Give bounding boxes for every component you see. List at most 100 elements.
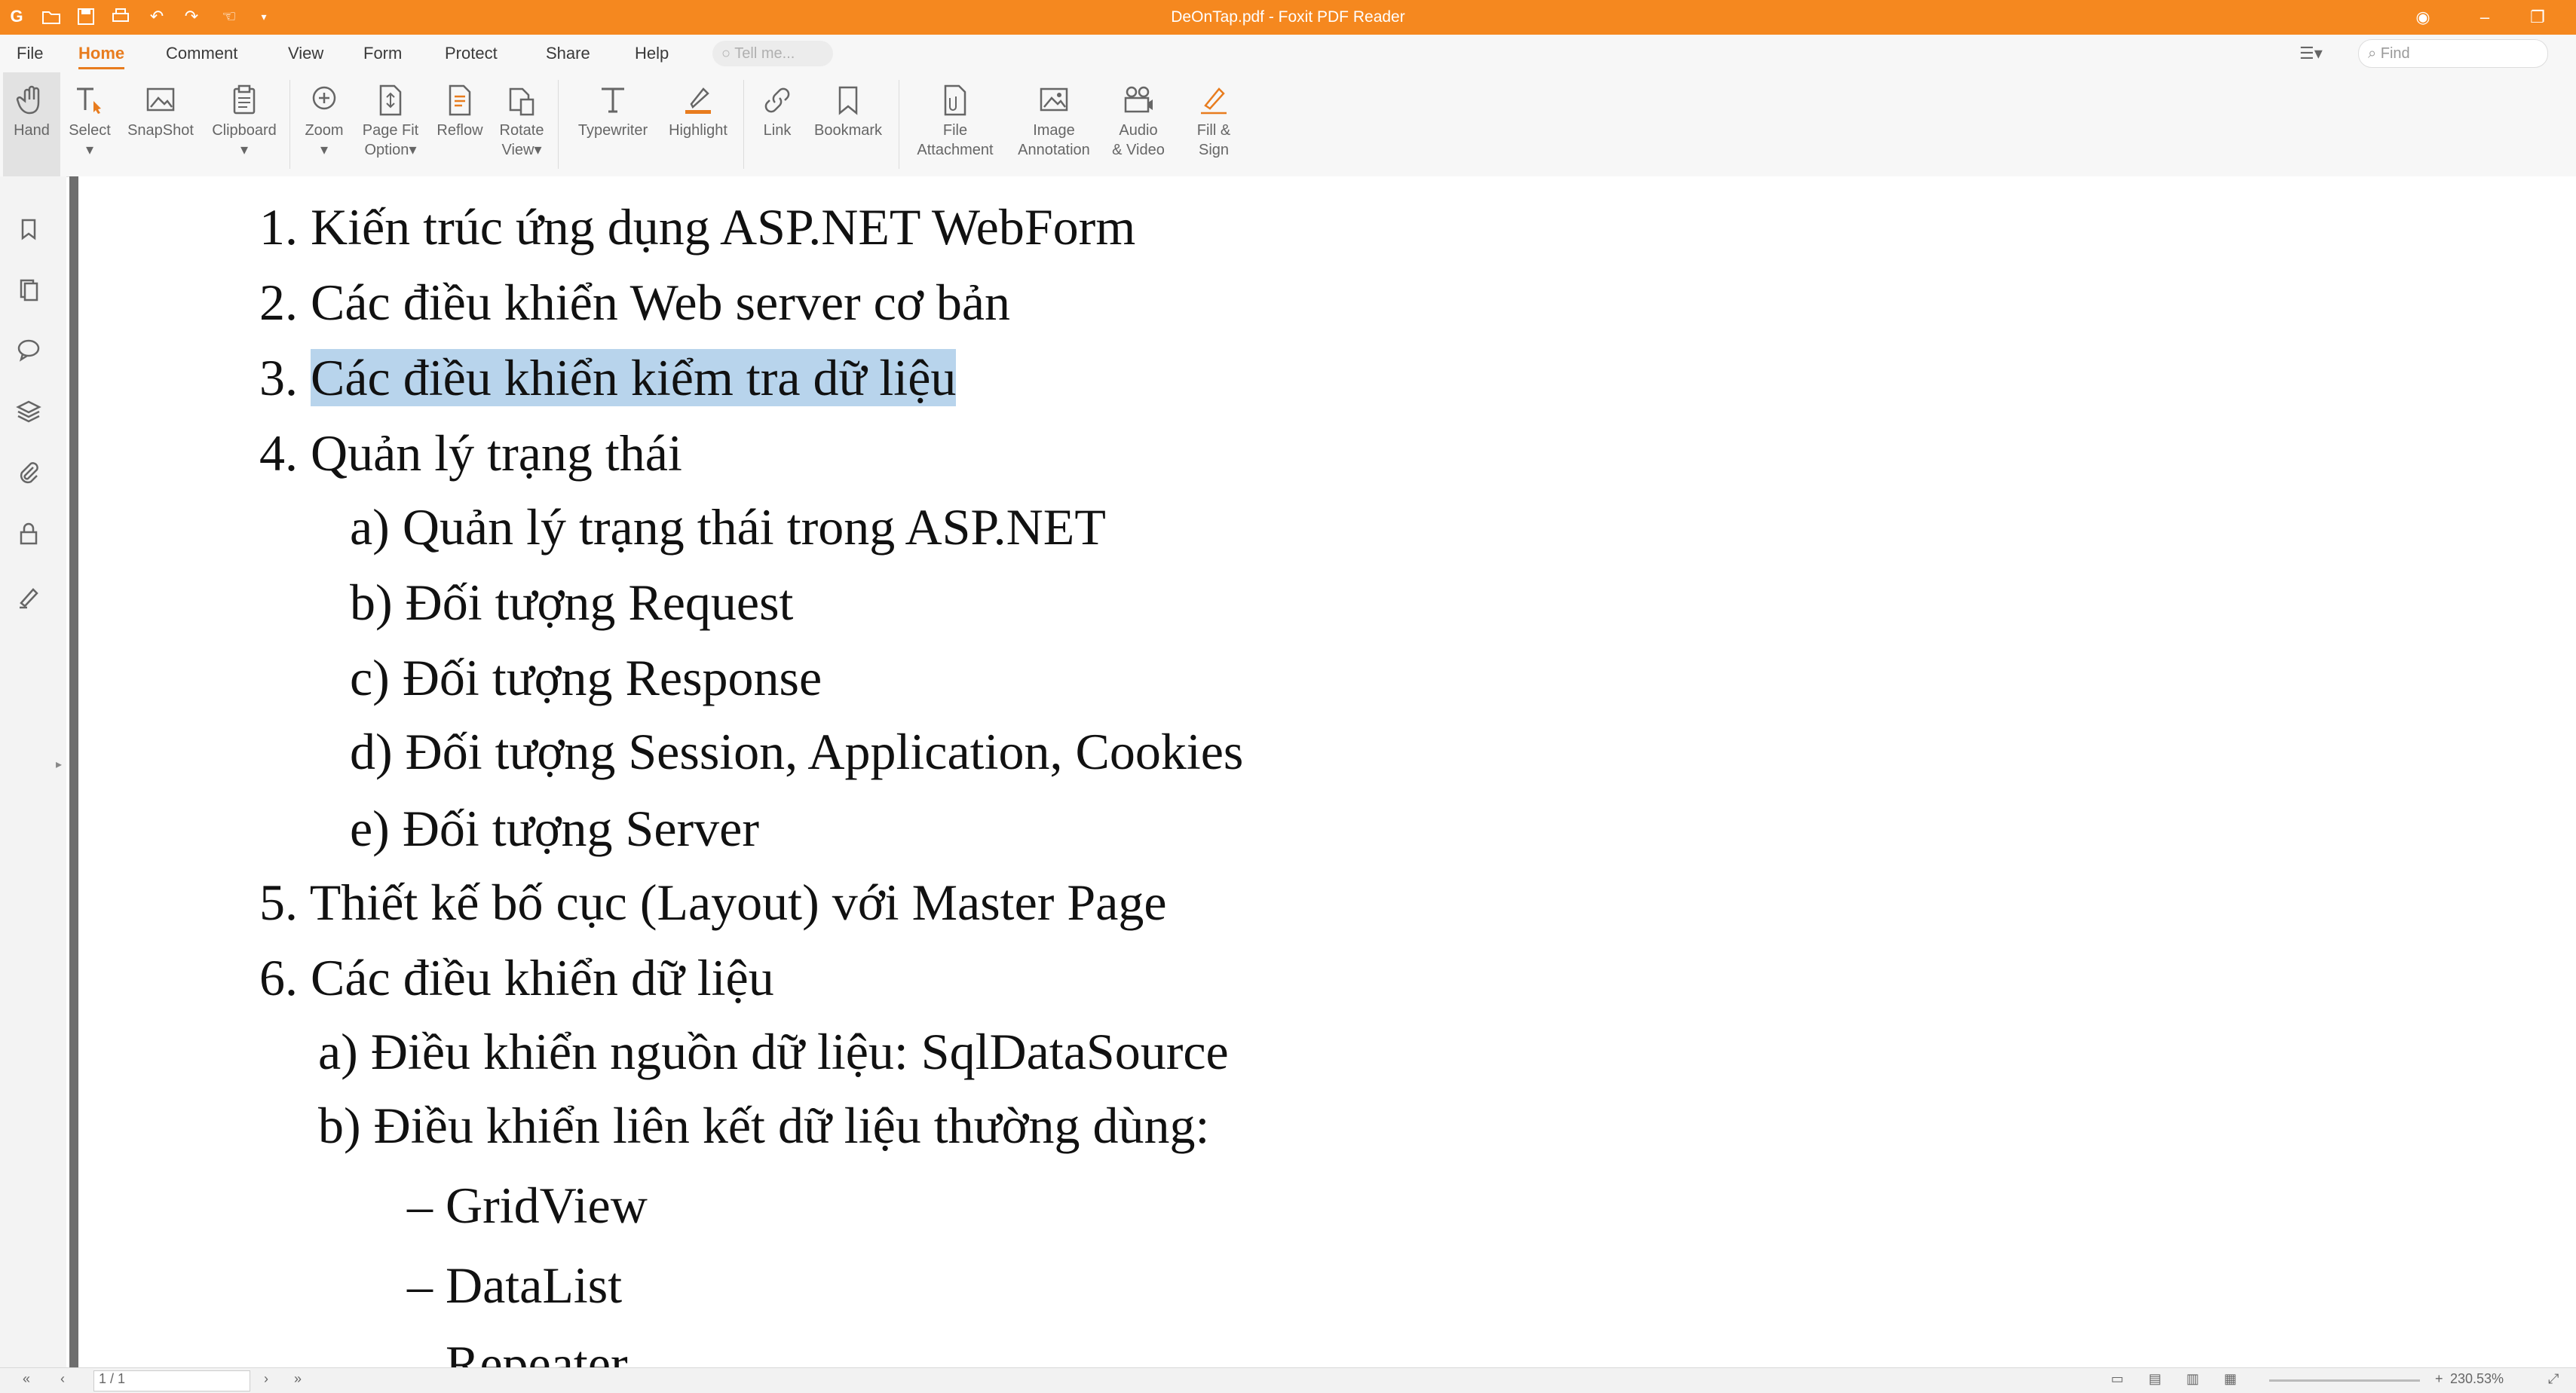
pages-icon[interactable] [15,276,42,303]
hand-icon [16,85,40,115]
fill-sign-button[interactable]: Fill & Sign [1178,72,1250,176]
zoom-icon [312,86,336,110]
clipboard-label: Clipboard [212,122,277,139]
next-page-icon[interactable]: › [264,1371,268,1387]
list-item: 5. Thiết kế bố cục (Layout) với Master P… [259,874,1167,931]
typewriter-button[interactable]: Typewriter [567,72,659,176]
title-bar: G ↶ ↷ ☜ ▾ DeOnTap.pdf - Foxit PDF Reader… [0,0,2576,35]
list-item: b) Điều khiển liên kết dữ liệu thường dù… [318,1097,1210,1154]
fill-label: Fill & [1196,122,1231,139]
facing-view-icon[interactable]: ▥ [2186,1371,2199,1387]
list-item: a) Quản lý trạng thái trong ASP.NET [350,498,1106,556]
rotate-view-icon [509,87,534,116]
clipboard-icon [233,84,256,115]
list-item: 3. Các điều khiển kiểm tra dữ liệu [259,348,957,408]
zoom-in-icon[interactable]: + [2435,1371,2443,1387]
comments-icon[interactable] [15,336,42,363]
highlight-icon [685,87,711,114]
list-item: c) Đối tượng Response [350,649,822,706]
menu-protect[interactable]: Protect [445,35,498,72]
ribbon-toolbar: Hand Select ▾ SnapShot Clipboard ▾ Zoom ▾ P… [0,72,2576,177]
zoom-slider[interactable] [2269,1379,2420,1382]
page-fit-icon [379,84,402,116]
menu-file[interactable]: File [17,35,43,72]
snapshot-button[interactable]: SnapShot [121,72,201,176]
window-title: DeOnTap.pdf - Foxit PDF Reader [1171,8,1405,26]
security-lock-icon[interactable] [15,520,42,547]
bookmarks-icon[interactable] [15,216,42,243]
reflow-button[interactable]: Reflow [430,72,490,176]
rotate-dropdown-icon: ▾ [534,142,542,158]
select-button[interactable]: Select ▾ [63,72,116,176]
lightbulb-icon: ○ [721,45,731,62]
audio-video-icon [1124,86,1153,113]
menu-share[interactable]: Share [546,35,590,72]
audio-video-button[interactable]: Audio & Video [1102,72,1175,176]
rotate-view-button[interactable]: Rotate View▾ [492,72,552,176]
list-item: a) Điều khiển nguồn dữ liệu: SqlDataSour… [318,1023,1229,1080]
bookmark-label: Bookmark [813,122,883,139]
continuous-view-icon[interactable]: ▤ [2149,1371,2161,1387]
clipboard-button[interactable]: Clipboard ▾ [205,72,283,176]
highlight-button[interactable]: Highlight [660,72,736,176]
page-fit-label: Page Fit [362,122,419,139]
previous-page-icon[interactable]: ‹ [60,1371,65,1387]
restore-button[interactable]: ❐ [2518,0,2557,35]
link-button[interactable]: Link [751,72,804,176]
find-input[interactable]: ⌕ Find [2358,39,2548,68]
link-label: Link [763,122,792,139]
image-label: Image [1033,122,1075,139]
layers-icon[interactable] [15,398,42,425]
list-item: – DataList [407,1257,623,1314]
menu-comment[interactable]: Comment [166,35,237,72]
ribbon-separator [289,80,290,169]
menu-view[interactable]: View [288,35,323,72]
find-placeholder: Find [2380,45,2410,62]
page-number-input[interactable]: 1 / 1 [93,1370,250,1391]
snapshot-icon [146,87,175,112]
navigation-panel: ▸ [0,176,66,1367]
search-options-icon[interactable]: ☰▾ [2299,44,2323,63]
first-page-icon[interactable]: « [23,1371,30,1387]
hand-label: Hand [14,122,50,139]
menu-home[interactable]: Home [78,35,125,72]
tell-me-placeholder: Tell me... [734,45,795,62]
menu-form[interactable]: Form [363,35,402,72]
bookmark-button[interactable]: Bookmark [807,72,890,176]
fill-sign-icon [1201,87,1227,115]
list-item: 4. Quản lý trạng thái [259,424,682,482]
clipboard-dropdown-icon: ▾ [240,142,249,158]
list-item: – Repeater [407,1335,628,1367]
zoom-button[interactable]: Zoom ▾ [296,72,353,176]
rotate-view-label: View [501,142,534,158]
expand-panel-arrow-icon[interactable]: ▸ [56,757,62,772]
list-item: 2. Các điều khiển Web server cơ bản [259,274,1010,331]
hand-button[interactable]: Hand [3,72,60,176]
search-icon: ⌕ [2368,45,2377,62]
single-page-view-icon[interactable]: ▭ [2111,1371,2124,1387]
page-fit-option-label: Option [364,142,409,158]
menu-help[interactable]: Help [635,35,669,72]
continuous-facing-view-icon[interactable]: ▦ [2224,1371,2237,1387]
account-icon[interactable]: ◉ [2403,0,2443,35]
last-page-icon[interactable]: » [294,1371,302,1387]
select-text-icon [77,87,101,114]
file-attachment-icon [944,84,966,116]
page-fit-option-button[interactable]: Page Fit Option▾ [354,72,427,176]
selected-text-highlight[interactable]: Các điều khiển kiểm tra dữ liệu [311,349,957,406]
tell-me-box[interactable]: ○ Tell me... [712,41,833,66]
reflow-label: Reflow [436,122,483,139]
attachments-icon[interactable] [15,458,42,485]
status-bar: « ‹ 1 / 1 › » ▭ ▤ ▥ ▦ + 230.53% ⤢ [0,1367,2576,1393]
file-attachment-button[interactable]: File Attachment [905,72,1006,176]
minimize-button[interactable]: – [2465,0,2504,35]
list-item: 6. Các điều khiển dữ liệu [259,949,774,1006]
panel-divider[interactable] [69,176,78,1367]
snapshot-label: SnapShot [127,122,194,139]
fullscreen-icon[interactable]: ⤢ [2548,1371,2559,1387]
zoom-level[interactable]: 230.53% [2450,1371,2504,1387]
image-annotation-button[interactable]: Image Annotation [1009,72,1099,176]
highlight-label: Highlight [669,122,727,139]
signature-icon[interactable] [15,583,42,611]
zoom-label: Zoom [305,122,344,139]
